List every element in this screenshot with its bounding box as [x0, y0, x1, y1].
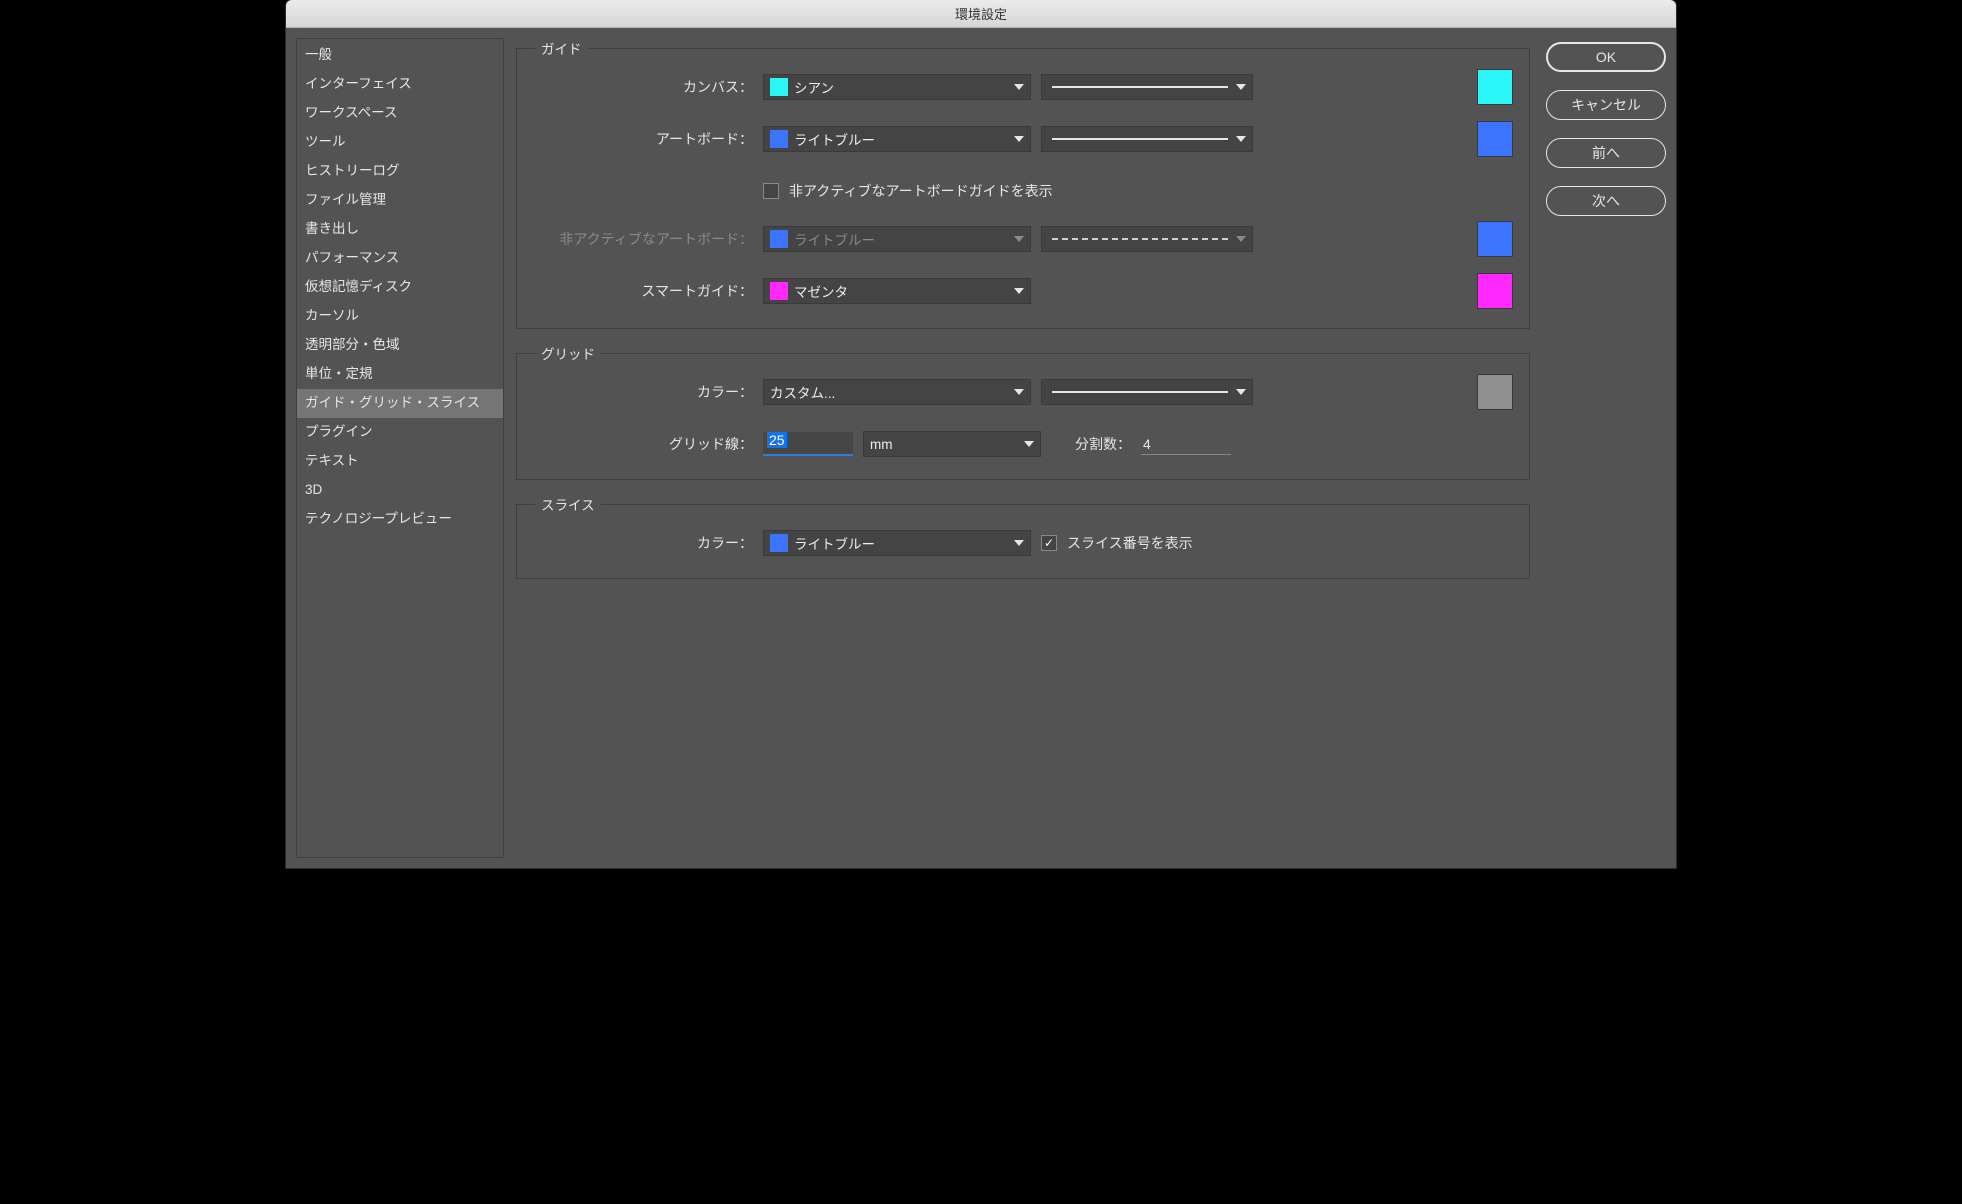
- slices-legend: スライス: [535, 494, 601, 514]
- subdivision-value-input[interactable]: [1141, 433, 1231, 455]
- artboard-color-name: ライトブルー: [794, 129, 875, 149]
- inactive-artboard-color-dot: [770, 230, 788, 248]
- chevron-down-icon: [1024, 441, 1034, 447]
- slice-color-select[interactable]: ライトブルー: [763, 530, 1031, 556]
- gridline-label: グリッド線：: [529, 434, 753, 454]
- chevron-down-icon: [1236, 236, 1246, 242]
- sidebar-item[interactable]: 書き出し: [297, 215, 503, 244]
- ok-button[interactable]: OK: [1546, 42, 1666, 72]
- show-inactive-artboard-guides-label: 非アクティブなアートボードガイドを表示: [789, 181, 1053, 201]
- chevron-down-icon: [1014, 84, 1024, 90]
- chevron-down-icon: [1014, 236, 1024, 242]
- sidebar-item[interactable]: ツール: [297, 128, 503, 157]
- chevron-down-icon: [1236, 84, 1246, 90]
- solid-line-icon: [1052, 86, 1228, 88]
- canvas-color-name: シアン: [794, 77, 834, 97]
- chevron-down-icon: [1236, 136, 1246, 142]
- inactive-artboard-color-swatch[interactable]: [1477, 221, 1513, 257]
- smart-guide-color-dot: [770, 282, 788, 300]
- show-slice-numbers-label: スライス番号を表示: [1067, 533, 1193, 553]
- subdivision-label: 分割数：: [1075, 434, 1131, 454]
- sidebar-item[interactable]: 仮想記憶ディスク: [297, 273, 503, 302]
- grid-color-select[interactable]: カスタム...: [763, 379, 1031, 405]
- sidebar-item[interactable]: ワークスペース: [297, 99, 503, 128]
- show-inactive-artboard-guides-checkbox[interactable]: [763, 183, 779, 199]
- guides-group: ガイド カンバス： シアン: [516, 38, 1530, 329]
- preferences-window: 環境設定 一般インターフェイスワークスペースツールヒストリーログファイル管理書き…: [286, 0, 1676, 868]
- sidebar-item[interactable]: ガイド・グリッド・スライス: [297, 389, 503, 418]
- chevron-down-icon: [1014, 540, 1024, 546]
- gridline-unit-value: mm: [870, 437, 893, 452]
- solid-line-icon: [1052, 138, 1228, 140]
- window-title: 環境設定: [955, 4, 1007, 23]
- sidebar-item[interactable]: ファイル管理: [297, 186, 503, 215]
- canvas-color-swatch[interactable]: [1477, 69, 1513, 105]
- grid-color-name: カスタム...: [770, 382, 835, 402]
- sidebar-item[interactable]: 単位・定規: [297, 360, 503, 389]
- show-slice-numbers-checkbox[interactable]: [1041, 535, 1057, 551]
- prev-button[interactable]: 前へ: [1546, 138, 1666, 168]
- grid-group: グリッド カラー： カスタム... グリッ: [516, 343, 1530, 480]
- window-body: 一般インターフェイスワークスペースツールヒストリーログファイル管理書き出しパフォ…: [286, 28, 1676, 868]
- canvas-color-dot: [770, 78, 788, 96]
- chevron-down-icon: [1236, 389, 1246, 395]
- sidebar-item[interactable]: プラグイン: [297, 418, 503, 447]
- slices-group: スライス カラー： ライトブルー スライス番号を表示: [516, 494, 1530, 579]
- inactive-artboard-label: 非アクティブなアートボード：: [529, 229, 753, 249]
- sidebar-item[interactable]: ヒストリーログ: [297, 157, 503, 186]
- artboard-color-swatch[interactable]: [1477, 121, 1513, 157]
- slice-color-name: ライトブルー: [794, 533, 875, 553]
- sidebar-item[interactable]: 一般: [297, 41, 503, 70]
- chevron-down-icon: [1014, 288, 1024, 294]
- grid-legend: グリッド: [535, 343, 601, 363]
- artboard-color-dot: [770, 130, 788, 148]
- main-panel: ガイド カンバス： シアン: [516, 38, 1534, 858]
- canvas-label: カンバス：: [529, 77, 753, 97]
- dashed-line-icon: [1052, 238, 1228, 240]
- grid-linestyle-select[interactable]: [1041, 379, 1253, 405]
- canvas-color-select[interactable]: シアン: [763, 74, 1031, 100]
- inactive-artboard-color-name: ライトブルー: [794, 229, 875, 249]
- smart-guide-color-select[interactable]: マゼンタ: [763, 278, 1031, 304]
- sidebar-item[interactable]: テクノロジープレビュー: [297, 505, 503, 534]
- chevron-down-icon: [1014, 136, 1024, 142]
- sidebar-item[interactable]: 透明部分・色域: [297, 331, 503, 360]
- gridline-unit-select[interactable]: mm: [863, 431, 1041, 457]
- gridline-value-input[interactable]: 25: [763, 432, 853, 456]
- inactive-artboard-color-select: ライトブルー: [763, 226, 1031, 252]
- sidebar-item[interactable]: テキスト: [297, 447, 503, 476]
- next-button[interactable]: 次へ: [1546, 186, 1666, 216]
- artboard-linestyle-select[interactable]: [1041, 126, 1253, 152]
- smart-guide-label: スマートガイド：: [529, 281, 753, 301]
- sidebar-item[interactable]: インターフェイス: [297, 70, 503, 99]
- inactive-artboard-linestyle-select: [1041, 226, 1253, 252]
- sidebar-item[interactable]: 3D: [297, 476, 503, 505]
- titlebar: 環境設定: [286, 0, 1676, 28]
- solid-line-icon: [1052, 391, 1228, 393]
- artboard-label: アートボード：: [529, 129, 753, 149]
- smart-guide-color-swatch[interactable]: [1477, 273, 1513, 309]
- sidebar-item[interactable]: カーソル: [297, 302, 503, 331]
- canvas-linestyle-select[interactable]: [1041, 74, 1253, 100]
- slice-color-label: カラー：: [529, 533, 753, 553]
- sidebar-item[interactable]: パフォーマンス: [297, 244, 503, 273]
- slice-color-dot: [770, 534, 788, 552]
- dialog-buttons: OK キャンセル 前へ 次へ: [1546, 38, 1666, 858]
- artboard-color-select[interactable]: ライトブルー: [763, 126, 1031, 152]
- preference-categories-sidebar: 一般インターフェイスワークスペースツールヒストリーログファイル管理書き出しパフォ…: [296, 38, 504, 858]
- cancel-button[interactable]: キャンセル: [1546, 90, 1666, 120]
- grid-color-label: カラー：: [529, 382, 753, 402]
- grid-color-swatch[interactable]: [1477, 374, 1513, 410]
- smart-guide-color-name: マゼンタ: [794, 281, 848, 301]
- guides-legend: ガイド: [535, 38, 588, 58]
- chevron-down-icon: [1014, 389, 1024, 395]
